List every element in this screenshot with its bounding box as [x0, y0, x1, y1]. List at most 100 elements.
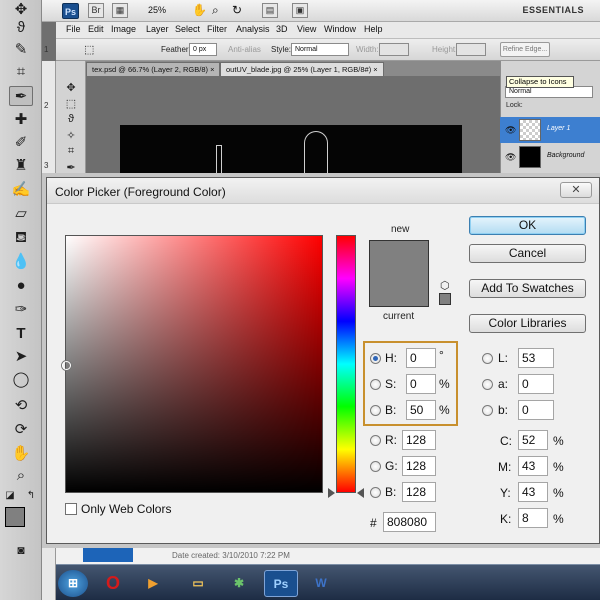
saturation-input[interactable]: 0 — [406, 374, 436, 394]
history-brush-tool-icon[interactable]: ✍ — [9, 180, 33, 200]
crop-tool-icon[interactable]: ⌗ — [63, 145, 79, 159]
magenta-input[interactable]: 43 — [518, 456, 548, 476]
hue-radio[interactable] — [370, 353, 381, 364]
menu-edit[interactable]: Edit — [88, 24, 104, 34]
hue-input[interactable]: 0 — [406, 348, 436, 368]
rotate-view-icon[interactable]: ↻ — [232, 3, 242, 17]
red-input[interactable]: 128 — [402, 430, 436, 450]
feather-input[interactable]: 0 px — [189, 43, 217, 56]
dialog-title-bar[interactable]: Color Picker (Foreground Color) ✕ — [47, 178, 599, 204]
color-libraries-button[interactable]: Color Libraries — [469, 314, 586, 333]
web-safe-swatch[interactable] — [439, 293, 451, 305]
hue-slider-arrow-right[interactable] — [357, 488, 364, 498]
zoom-tool-icon[interactable]: ⌕ — [212, 3, 219, 18]
height-input[interactable] — [456, 43, 486, 56]
workspace-switcher[interactable]: ESSENTIALS — [522, 5, 584, 15]
menu-layer[interactable]: Layer — [146, 24, 169, 34]
eraser-tool-icon[interactable]: ▱ — [9, 204, 33, 224]
menu-3d[interactable]: 3D — [276, 24, 288, 34]
bridge-icon[interactable]: Br — [88, 3, 104, 18]
move-tool-icon[interactable]: ✥ — [9, 0, 33, 20]
close-button[interactable]: ✕ — [560, 182, 592, 198]
path-selection-tool-icon[interactable]: ➤ — [9, 347, 33, 367]
ellipse-tool-icon[interactable]: ◯ — [9, 370, 33, 390]
blue-radio[interactable] — [370, 487, 381, 498]
blue-input[interactable]: 128 — [402, 482, 436, 502]
new-current-swatch[interactable] — [369, 240, 429, 307]
pen-tool-icon[interactable]: ✑ — [9, 300, 33, 320]
screen-mode-icon[interactable]: ▣ — [292, 3, 308, 18]
ok-button[interactable]: OK — [469, 216, 586, 235]
eyedropper-tool-icon[interactable]: ✒ — [9, 86, 33, 106]
arrange-documents-icon[interactable]: ▤ — [262, 3, 278, 18]
file-explorer-icon[interactable]: ▭ — [181, 570, 215, 597]
view-extras-icon[interactable]: ▦ — [112, 3, 128, 18]
menu-help[interactable]: Help — [364, 24, 383, 34]
lab-b-input[interactable]: 0 — [518, 400, 554, 420]
move-tool-icon[interactable]: ✥ — [63, 81, 79, 95]
yellow-input[interactable]: 43 — [518, 482, 548, 502]
lab-a-input[interactable]: 0 — [518, 374, 554, 394]
marquee-tool-icon[interactable]: ⬚ — [63, 97, 79, 111]
lab-b-radio[interactable] — [482, 405, 493, 416]
hue-slider-arrow-left[interactable] — [328, 488, 335, 498]
close-icon[interactable]: × — [373, 65, 377, 74]
blur-tool-icon[interactable]: 💧 — [9, 252, 33, 272]
lab-a-radio[interactable] — [482, 379, 493, 390]
paint-bucket-tool-icon[interactable]: ⛾ — [9, 228, 33, 248]
eye-icon[interactable]: 👁 — [505, 152, 516, 163]
clone-stamp-tool-icon[interactable]: ♜ — [9, 156, 33, 176]
layer-row[interactable]: 👁 Layer 1 — [500, 117, 600, 143]
hand-tool-icon[interactable]: ✋ — [9, 444, 33, 464]
black-input[interactable]: 8 — [518, 508, 548, 528]
tab-tex-psd[interactable]: tex.psd @ 66.7% (Layer 2, RGB/8) × — [86, 62, 221, 76]
web-safe-cube-icon[interactable]: ⬡ — [440, 279, 450, 292]
media-player-icon[interactable]: ▶ — [136, 570, 170, 597]
red-radio[interactable] — [370, 435, 381, 446]
close-icon[interactable]: × — [210, 65, 214, 74]
photoshop-taskbar-icon[interactable]: Ps — [264, 570, 298, 597]
brush-tool-icon[interactable]: ✐ — [9, 133, 33, 153]
opera-icon[interactable]: O — [96, 570, 130, 597]
green-input[interactable]: 128 — [402, 456, 436, 476]
hue-slider[interactable] — [336, 235, 356, 493]
hex-input[interactable]: 808080 — [383, 512, 436, 532]
eyedropper-tool-icon[interactable]: ✒ — [63, 161, 79, 175]
foreground-color-swatch[interactable] — [5, 507, 25, 527]
antialias-checkbox[interactable]: Anti-alias — [228, 45, 261, 54]
menu-filter[interactable]: Filter — [207, 24, 227, 34]
zoom-level[interactable]: 25% — [148, 5, 166, 15]
crop-tool-icon[interactable]: ⌗ — [9, 62, 33, 82]
refine-edge-button[interactable]: Refine Edge... — [500, 42, 550, 57]
type-tool-icon[interactable]: T — [9, 324, 33, 344]
quick-selection-tool-icon[interactable]: ✎ — [9, 40, 33, 60]
width-input[interactable] — [379, 43, 409, 56]
healing-brush-tool-icon[interactable]: ✚ — [9, 110, 33, 130]
cyan-input[interactable]: 52 — [518, 430, 548, 450]
color-field[interactable] — [65, 235, 323, 493]
dodge-tool-icon[interactable]: ● — [9, 276, 33, 296]
brightness-input[interactable]: 50 — [406, 400, 436, 420]
menu-view[interactable]: View — [297, 24, 316, 34]
only-web-colors-checkbox[interactable] — [65, 503, 77, 515]
swap-colors-icon[interactable]: ↰ — [24, 486, 38, 506]
start-button-icon[interactable]: ⊞ — [58, 570, 88, 597]
quick-mask-icon[interactable]: ◙ — [9, 540, 33, 560]
saturation-radio[interactable] — [370, 379, 381, 390]
tab-outuv-blade[interactable]: outUV_blade.jpg @ 25% (Layer 1, RGB/8#) … — [220, 62, 384, 76]
marquee-preset-icon[interactable]: ⬚ — [84, 43, 94, 56]
lasso-tool-icon[interactable]: ϑ — [9, 18, 33, 38]
word-icon[interactable]: W — [304, 570, 338, 597]
style-select[interactable]: Normal — [291, 43, 349, 56]
lasso-tool-icon[interactable]: ϑ — [63, 113, 79, 127]
add-to-swatches-button[interactable]: Add To Swatches — [469, 279, 586, 298]
cancel-button[interactable]: Cancel — [469, 244, 586, 263]
magic-wand-tool-icon[interactable]: ✧ — [63, 129, 79, 143]
layer-row[interactable]: 👁 Background — [500, 144, 600, 170]
color-field-marker[interactable] — [62, 361, 71, 370]
3d-rotate-tool-icon[interactable]: ⟲ — [9, 396, 33, 416]
lab-l-radio[interactable] — [482, 353, 493, 364]
menu-select[interactable]: Select — [175, 24, 200, 34]
network-icon[interactable]: ✱ — [222, 570, 256, 597]
hand-tool-icon[interactable]: ✋ — [192, 3, 207, 17]
